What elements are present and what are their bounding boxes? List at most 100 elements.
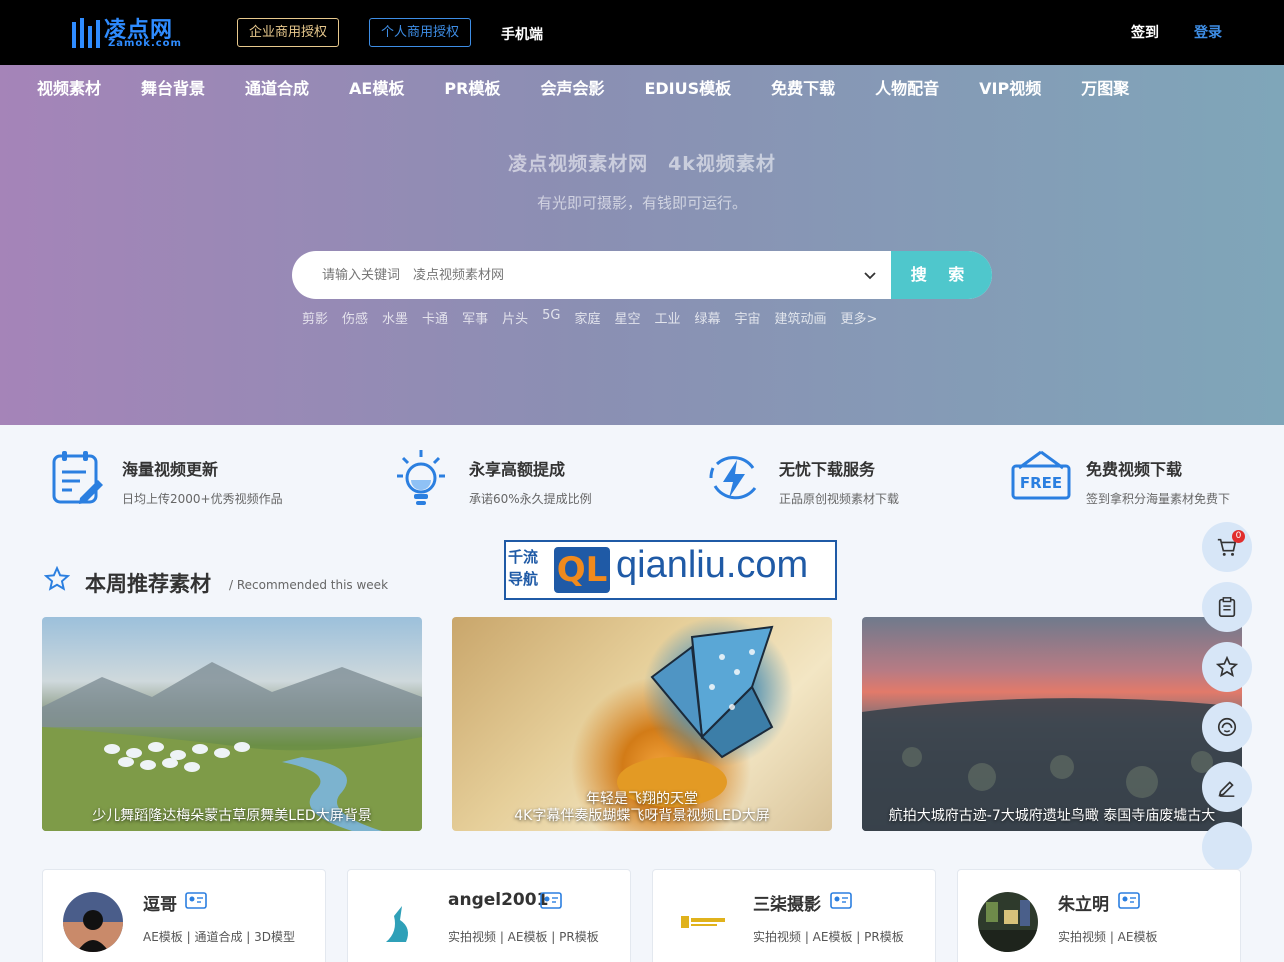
nav-item[interactable]: EDIUS模板 [644, 75, 731, 98]
nav-item[interactable]: AE模板 [349, 75, 404, 98]
tag-link[interactable]: 星空 [614, 308, 640, 327]
star-icon [44, 566, 70, 591]
author-avatar [368, 892, 428, 952]
nav-item[interactable]: 人物配音 [875, 75, 939, 98]
author-avatar [63, 892, 123, 952]
search-bar: 搜 索 [292, 251, 992, 299]
main-nav: 视频素材 舞台背景 通道合成 AE模板 PR模板 会声会影 EDIUS模板 免费… [37, 75, 1169, 98]
author-card[interactable]: 朱立明 实拍视频 | AE模板 [957, 869, 1241, 962]
author-tags: AE模板 | 通道合成 | 3D模型 [143, 930, 296, 944]
tag-link[interactable]: 建筑动画 [775, 308, 827, 327]
login-link[interactable]: 登录 [1194, 22, 1222, 42]
card-caption-line: 年轻是飞翔的天堂 [586, 791, 698, 807]
tag-link[interactable]: 卡通 [422, 308, 448, 327]
free-badge-text: FREE [1020, 474, 1062, 492]
more-tags-link[interactable]: 更多> [841, 308, 878, 327]
tag-link[interactable]: 工业 [654, 308, 680, 327]
author-card[interactable]: 逗哥 AE模板 | 通道合成 | 3D模型 [42, 869, 326, 962]
enterprise-license-button[interactable]: 企业商用授权 [237, 18, 339, 47]
recommend-card[interactable]: 年轻是飞翔的天堂 4K字幕伴奏版蝴蝶飞呀背景视频LED大屏 [452, 617, 832, 831]
search-input[interactable] [322, 251, 862, 299]
favorites-button[interactable] [1202, 642, 1252, 692]
tag-link[interactable]: 5G [542, 308, 560, 327]
card-thumbnail [862, 698, 1242, 831]
author-tags: 实拍视频 | AE模板 [1058, 930, 1158, 944]
mobile-link[interactable]: 手机端 [501, 24, 543, 44]
author-avatar [673, 892, 733, 952]
author-avatar [978, 892, 1038, 952]
tag-link[interactable]: 伤感 [342, 308, 368, 327]
customer-service-button[interactable] [1202, 702, 1252, 752]
verified-badge-icon [830, 892, 852, 909]
lightning-icon [709, 456, 757, 500]
feedback-button[interactable] [1202, 762, 1252, 812]
watermark-cn-text: 千流导航 [508, 548, 539, 588]
headset-icon [1217, 717, 1237, 737]
author-name: angel2001 [448, 890, 549, 910]
author-name: 朱立明 [1058, 895, 1109, 915]
card-caption: 航拍大城府古迹-7大城府遗址鸟瞰 泰国寺庙废墟古大 [888, 808, 1216, 824]
hero-title: 凌点视频素材网 4k视频素材 [508, 153, 776, 175]
author-tags: 实拍视频 | AE模板 | PR模板 [753, 930, 904, 944]
tag-link[interactable]: 水墨 [382, 308, 408, 327]
feature-title: 海量视频更新 [122, 460, 219, 479]
nav-item[interactable]: 通道合成 [245, 75, 309, 98]
section-title: 本周推荐素材 [85, 572, 211, 596]
feature-title: 无忧下载服务 [779, 460, 876, 479]
lightbulb-icon [397, 450, 445, 505]
clipboard-icon [1218, 597, 1236, 617]
watermark-logo: 千流导航 QL qianliu.com [504, 540, 837, 600]
pencil-icon [1218, 781, 1235, 797]
clipboard-pen-icon [52, 451, 103, 504]
tag-link[interactable]: 片头 [502, 308, 528, 327]
tag-link[interactable]: 军事 [462, 308, 488, 327]
feature-title: 永享高额提成 [469, 460, 566, 479]
cart-count-badge: 0 [1232, 530, 1245, 543]
nav-item[interactable]: VIP视频 [979, 75, 1041, 98]
card-thumbnail [42, 662, 422, 831]
feature-title: 免费视频下载 [1086, 460, 1183, 479]
nav-item[interactable]: PR模板 [444, 75, 500, 98]
verified-badge-icon [1118, 892, 1140, 909]
card-caption: 年轻是飞翔的天堂 4K字幕伴奏版蝴蝶飞呀背景视频LED大屏 [452, 791, 832, 825]
tag-link[interactable]: 绿幕 [695, 308, 721, 327]
feature-desc: 日均上传2000+优秀视频作品 [122, 492, 283, 506]
recommend-card[interactable]: 少儿舞蹈隆达梅朵蒙古草原舞美LED大屏背景 [42, 617, 422, 831]
tag-link[interactable]: 家庭 [574, 308, 600, 327]
nav-item[interactable]: 会声会影 [540, 75, 604, 98]
verified-badge-icon [185, 892, 207, 909]
hero-subtitle: 有光即可摄影，有钱即可运行。 [536, 194, 747, 212]
nav-item[interactable]: 万图聚 [1081, 75, 1129, 98]
order-list-button[interactable] [1202, 582, 1252, 632]
section-subtitle: / Recommended this week [229, 578, 389, 592]
nav-item[interactable]: 舞台背景 [141, 75, 205, 98]
watermark-domain: qianliu.com [616, 544, 809, 586]
author-card[interactable]: angel2001 实拍视频 | AE模板 | PR模板 [347, 869, 631, 962]
feature-desc: 承诺60%永久提成比例 [469, 492, 592, 506]
logo-bars-icon [72, 18, 100, 48]
feature-desc: 正品原创视频素材下载 [779, 492, 900, 506]
tag-link[interactable]: 宇宙 [735, 308, 761, 327]
author-name: 逗哥 [143, 895, 177, 915]
cart-button[interactable]: 0 [1202, 522, 1252, 572]
personal-license-button[interactable]: 个人商用授权 [369, 18, 471, 47]
back-to-top-button[interactable] [1202, 822, 1252, 872]
top-bar: 凌点网 Zamok.com 企业商用授权 个人商用授权 手机端 签到 登录 [0, 0, 1284, 65]
author-card[interactable]: 三柒摄影 实拍视频 | AE模板 | PR模板 [652, 869, 936, 962]
watermark-mark: QL [554, 547, 610, 593]
author-tags: 实拍视频 | AE模板 | PR模板 [448, 930, 599, 944]
feature-desc: 签到拿积分海量素材免费下 [1086, 492, 1231, 506]
nav-item[interactable]: 免费下载 [771, 75, 835, 98]
logo-text-en: Zamok.com [108, 38, 182, 49]
recommend-card[interactable]: 航拍大城府古迹-7大城府遗址鸟瞰 泰国寺庙废墟古大 [862, 617, 1242, 831]
site-logo[interactable]: 凌点网 Zamok.com [70, 12, 182, 52]
signin-link[interactable]: 签到 [1131, 22, 1159, 42]
author-name: 三柒摄影 [753, 895, 821, 915]
tag-link[interactable]: 剪影 [302, 308, 328, 327]
search-button[interactable]: 搜 索 [891, 251, 992, 299]
card-caption: 少儿舞蹈隆达梅朵蒙古草原舞美LED大屏背景 [92, 808, 372, 824]
free-sign-icon: FREE [1011, 450, 1071, 500]
hero-banner: 视频素材 舞台背景 通道合成 AE模板 PR模板 会声会影 EDIUS模板 免费… [0, 65, 1284, 425]
nav-item[interactable]: 视频素材 [37, 75, 101, 98]
chevron-down-icon[interactable] [862, 267, 878, 283]
